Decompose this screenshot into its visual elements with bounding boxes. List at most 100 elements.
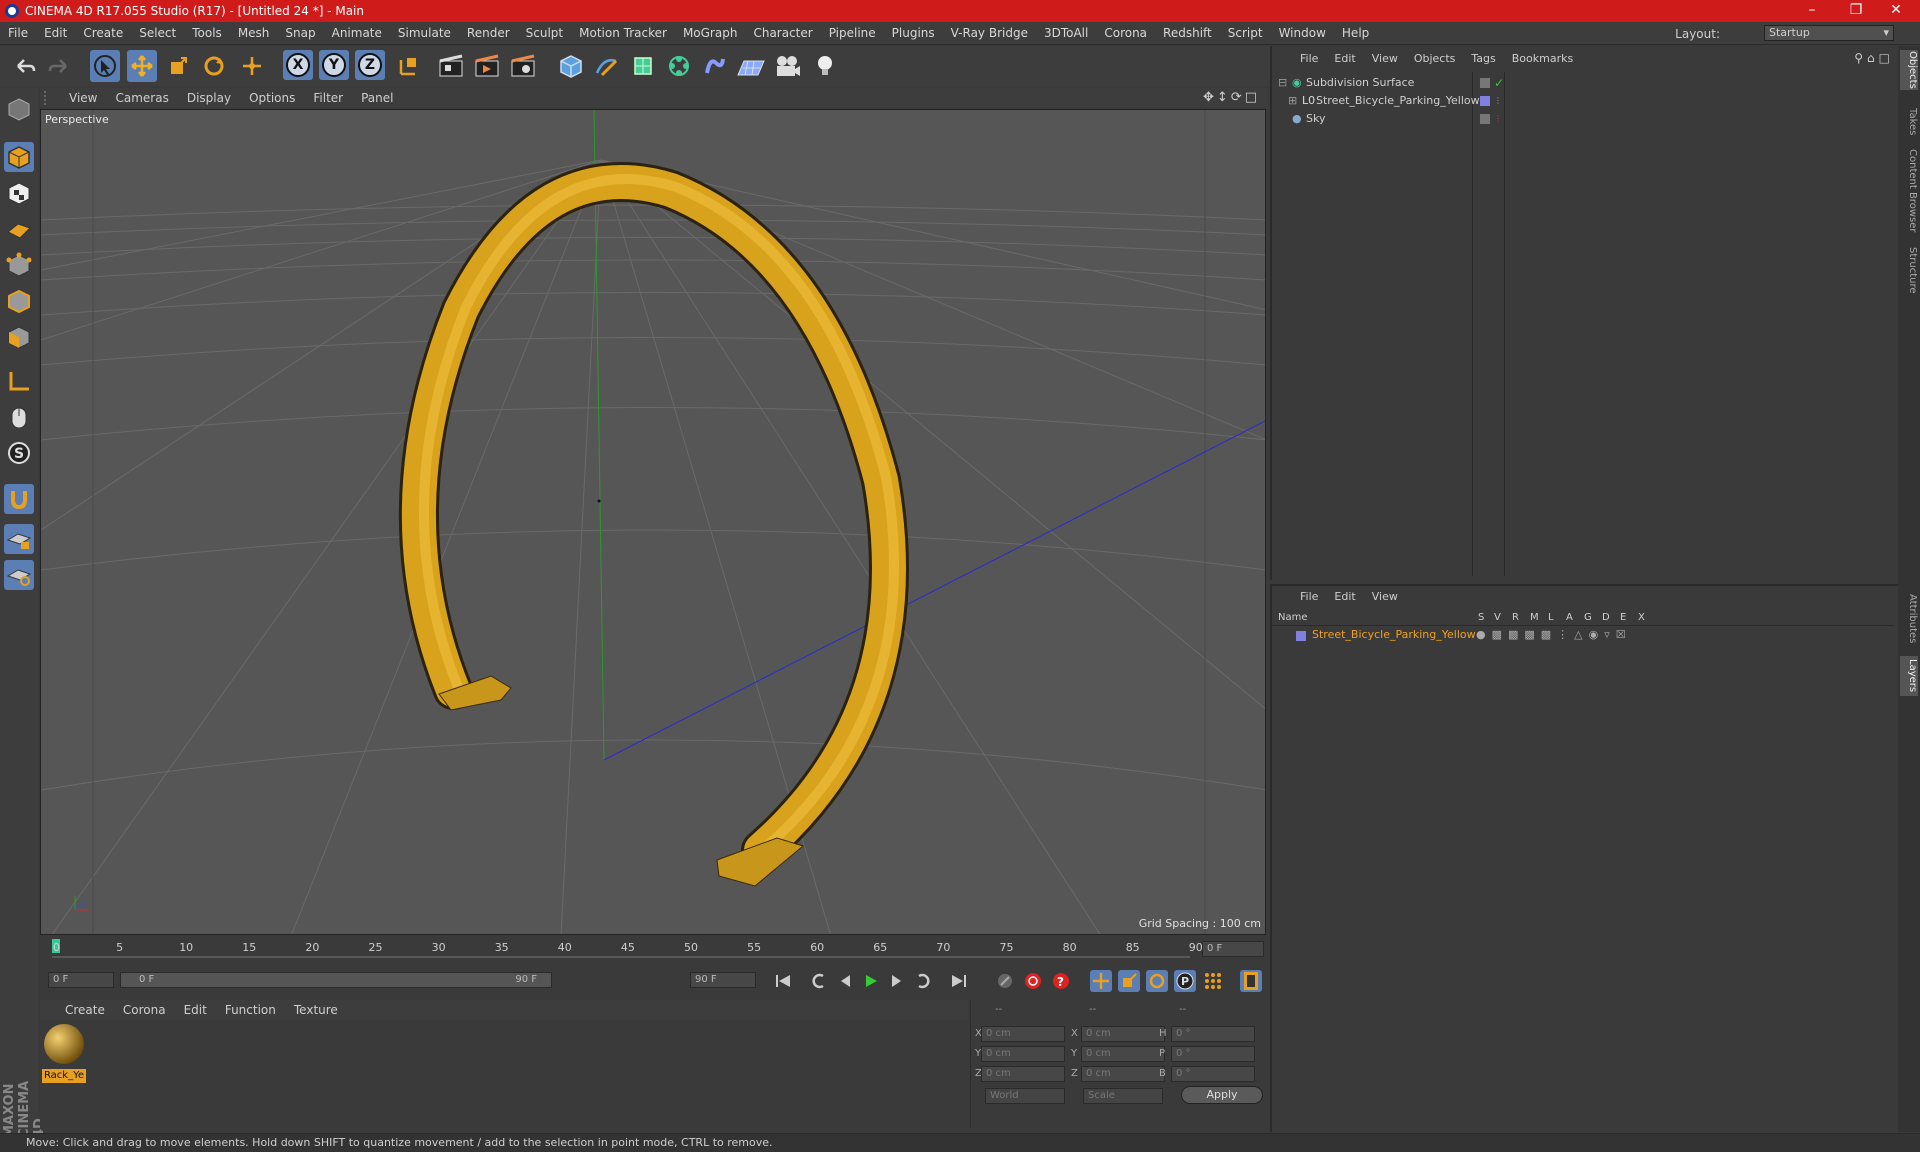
layer-column-m[interactable]: M	[1530, 612, 1539, 623]
parameter-track-button[interactable]: P	[1174, 970, 1196, 992]
end-frame-field[interactable]: 90 F	[690, 972, 756, 988]
move-tool-button[interactable]	[127, 50, 157, 82]
coord-value-field[interactable]: 0 cm	[981, 1026, 1065, 1042]
menu-help[interactable]: Help	[1334, 26, 1377, 40]
menu-snap[interactable]: Snap	[277, 26, 323, 40]
checkmark-icon[interactable]: ✓	[1494, 74, 1504, 92]
menu-mograph[interactable]: MoGraph	[675, 26, 746, 40]
coord-value-field[interactable]: 0 cm	[981, 1046, 1065, 1062]
layer-column-d[interactable]: D	[1602, 612, 1610, 623]
viewport-menu-panel[interactable]: Panel	[352, 91, 402, 105]
texture-mode-button[interactable]	[4, 178, 34, 208]
undo-button[interactable]	[10, 50, 40, 82]
locked-workplane-button[interactable]	[4, 524, 34, 554]
current-frame-field[interactable]: 0 F	[1202, 941, 1264, 957]
perspective-viewport[interactable]: Perspective Grid Spacing : 100 cm	[40, 109, 1266, 935]
objects-menu-file[interactable]: File	[1292, 52, 1326, 65]
tab-attributes[interactable]: Attributes	[1900, 586, 1918, 652]
collapse-icon[interactable]: ⊟	[1278, 74, 1287, 92]
menu-vray-bridge[interactable]: V-Ray Bridge	[943, 26, 1036, 40]
autokey-button[interactable]	[1022, 970, 1044, 992]
add-subdivision-button[interactable]	[628, 50, 658, 82]
viewport-menu-options[interactable]: Options	[240, 91, 304, 105]
layer-column-l[interactable]: L	[1548, 612, 1554, 623]
viewport-nav-icons[interactable]: ✥↕⟳□	[1203, 90, 1260, 105]
timeline-ruler[interactable]: 0 5 10 15 20 25 30 35 40 45 50 55 60 65 70 75 80 85 90 0 F	[40, 937, 1266, 961]
tweak-mode-button[interactable]	[4, 402, 34, 432]
viewport-menu-display[interactable]: Display	[178, 91, 240, 105]
z-axis-lock-button[interactable]: Z	[355, 50, 385, 80]
axis-mode-button[interactable]	[4, 366, 34, 396]
edit-render-settings-button[interactable]	[508, 50, 538, 82]
visibility-dots-icon[interactable]: ⋮	[1494, 110, 1502, 128]
menu-tools[interactable]: Tools	[184, 26, 230, 40]
menu-select[interactable]: Select	[131, 26, 184, 40]
tab-takes[interactable]: Takes	[1900, 102, 1918, 142]
menu-render[interactable]: Render	[459, 26, 518, 40]
polygons-mode-button[interactable]	[4, 322, 34, 352]
snap-button[interactable]: S	[4, 438, 34, 468]
menu-animate[interactable]: Animate	[324, 26, 390, 40]
previous-key-button[interactable]	[808, 970, 830, 992]
tab-structure[interactable]: Structure	[1900, 242, 1918, 298]
material-menu-corona[interactable]: Corona	[114, 1003, 175, 1017]
layer-column-r[interactable]: R	[1512, 612, 1519, 623]
layer-column-x[interactable]: X	[1638, 612, 1645, 623]
scale-track-button[interactable]	[1118, 970, 1140, 992]
redo-button[interactable]	[44, 50, 74, 82]
layer-column-e[interactable]: E	[1620, 612, 1626, 623]
layer-row[interactable]: Street_Bicycle_Parking_Yellow ●▩▩▩▩⋮△◉▿☒	[1286, 628, 1886, 644]
layer-column-s[interactable]: S	[1478, 612, 1484, 623]
object-row-sky[interactable]: ● Sky ⋮	[1274, 110, 1894, 128]
points-mode-button[interactable]	[4, 250, 34, 280]
material-menu-texture[interactable]: Texture	[285, 1003, 347, 1017]
menu-plugins[interactable]: Plugins	[884, 26, 943, 40]
tab-objects[interactable]: Objects	[1900, 50, 1918, 90]
menu-character[interactable]: Character	[745, 26, 820, 40]
coord-value-field[interactable]: 0 °	[1171, 1026, 1255, 1042]
position-track-button[interactable]	[1090, 970, 1112, 992]
objects-menu-edit[interactable]: Edit	[1326, 52, 1363, 65]
viewport-menu-cameras[interactable]: Cameras	[106, 91, 177, 105]
material-swatch[interactable]: Rack_Ye	[42, 1022, 86, 1083]
model-mode-button[interactable]	[4, 142, 34, 172]
layers-menu-file[interactable]: File	[1292, 590, 1326, 603]
menu-3dtoall[interactable]: 3DToAll	[1036, 26, 1096, 40]
next-frame-button[interactable]	[886, 970, 908, 992]
layout-select[interactable]: Startup ▾	[1764, 25, 1894, 41]
add-deformer-button[interactable]	[700, 50, 730, 82]
object-row-bicycle-parking[interactable]: ⊞ L0 Street_Bicycle_Parking_Yellow ⋮	[1274, 92, 1894, 110]
viewport-menu-view[interactable]: View	[60, 91, 106, 105]
objects-menu-objects[interactable]: Objects	[1406, 52, 1464, 65]
objects-menu-tags[interactable]: Tags	[1463, 52, 1503, 65]
add-camera-button[interactable]	[772, 50, 802, 82]
layer-column-a[interactable]: A	[1566, 612, 1573, 623]
menu-mesh[interactable]: Mesh	[230, 26, 278, 40]
layer-column-v[interactable]: V	[1494, 612, 1501, 623]
rotation-track-button[interactable]	[1146, 970, 1168, 992]
viewport-menu-filter[interactable]: Filter	[304, 91, 352, 105]
coord-value-field[interactable]: 0 °	[1171, 1046, 1255, 1062]
scale-tool-button[interactable]	[163, 50, 193, 82]
coord-value-field[interactable]: 0 °	[1171, 1066, 1255, 1082]
make-editable-button[interactable]	[4, 94, 34, 124]
coord-mode-select[interactable]: World	[985, 1088, 1065, 1104]
menu-redshift[interactable]: Redshift	[1155, 26, 1220, 40]
menu-create[interactable]: Create	[75, 26, 131, 40]
point-level-animation-button[interactable]	[1202, 970, 1224, 992]
visibility-dots-icon[interactable]: ⋮	[1494, 92, 1502, 110]
layer-column-g[interactable]: G	[1584, 612, 1592, 623]
rotate-tool-button[interactable]	[199, 50, 229, 82]
objects-menu-view[interactable]: View	[1364, 52, 1406, 65]
edges-mode-button[interactable]	[4, 286, 34, 316]
go-to-start-button[interactable]	[772, 970, 794, 992]
apply-button[interactable]: Apply	[1181, 1086, 1263, 1104]
size-mode-select[interactable]: Scale	[1083, 1088, 1163, 1104]
timeline-layout-button[interactable]	[1240, 970, 1262, 992]
coord-value-field[interactable]: 0 cm	[1081, 1066, 1165, 1082]
add-floor-button[interactable]	[736, 50, 766, 82]
planar-workplane-button[interactable]	[4, 560, 34, 590]
layers-menu-view[interactable]: View	[1364, 590, 1406, 603]
record-keys-button[interactable]	[994, 970, 1016, 992]
play-button[interactable]	[860, 970, 882, 992]
